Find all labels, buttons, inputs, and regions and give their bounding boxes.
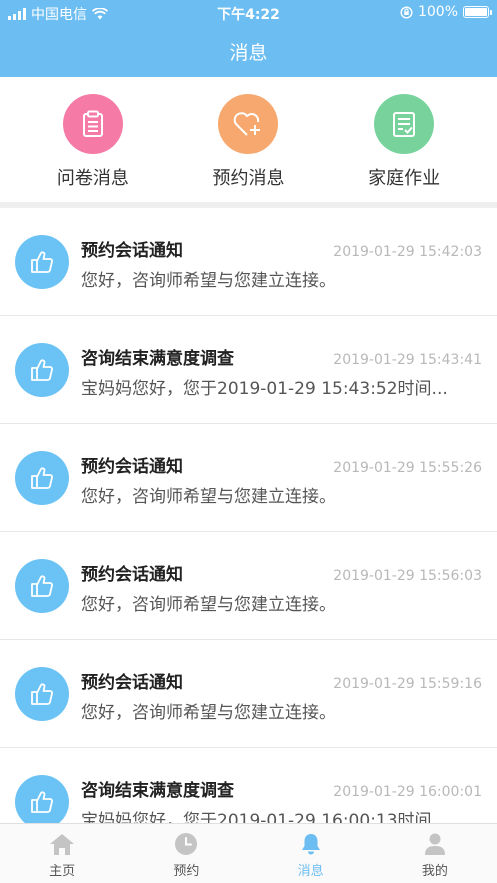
tab-profile[interactable]: 我的 — [373, 824, 497, 883]
message-item[interactable]: 预约会话通知 2019-01-29 15:56:03 您好，咨询师希望与您建立连… — [0, 532, 497, 640]
tab-label: 我的 — [421, 864, 448, 879]
category-questionnaire[interactable]: 问卷消息 — [28, 77, 158, 190]
message-title: 预约会话通知 — [81, 565, 183, 585]
thumbs-up-icon — [15, 343, 69, 397]
bell-icon — [301, 834, 320, 855]
category-label: 问卷消息 — [56, 168, 129, 189]
message-body: 您好，咨询师希望与您建立连接。 — [81, 595, 336, 615]
status-right: 100% — [400, 4, 492, 20]
category-appointment[interactable]: 预约消息 — [183, 77, 313, 190]
thumbs-up-icon — [15, 559, 69, 613]
message-item[interactable]: 预约会话通知 2019-01-29 15:59:16 您好，咨询师希望与您建立连… — [0, 640, 497, 748]
message-time: 2019-01-29 15:43:41 — [333, 352, 482, 368]
message-time: 2019-01-29 15:56:03 — [333, 568, 482, 584]
message-item[interactable]: 咨询结束满意度调查 2019-01-29 15:43:41 宝妈妈您好，您于20… — [0, 316, 497, 424]
battery-icon — [463, 6, 492, 18]
category-homework[interactable]: 家庭作业 — [339, 77, 469, 190]
message-body: 您好，咨询师希望与您建立连接。 — [81, 703, 336, 723]
header: 中国电信 下午4:22 100% 消息 — [0, 0, 497, 77]
message-body: 宝妈妈您好，您于2019-01-29 16:00:13时间... — [81, 811, 448, 823]
heart-plus-icon — [218, 94, 279, 154]
user-icon — [424, 833, 445, 855]
page-title: 消息 — [229, 42, 268, 64]
tab-label: 预约 — [173, 864, 200, 879]
message-list: 预约会话通知 2019-01-29 15:42:03 您好，咨询师希望与您建立连… — [0, 208, 497, 823]
tab-home[interactable]: 主页 — [0, 824, 124, 883]
message-body: 您好，咨询师希望与您建立连接。 — [81, 271, 336, 291]
home-icon — [50, 834, 75, 855]
message-time: 2019-01-29 15:59:16 — [333, 676, 482, 692]
category-label: 预约消息 — [212, 168, 285, 189]
message-time: 2019-01-29 16:00:01 — [333, 784, 482, 800]
message-title: 预约会话通知 — [81, 241, 183, 261]
message-item[interactable]: 咨询结束满意度调查 2019-01-29 16:00:01 宝妈妈您好，您于20… — [0, 748, 497, 823]
checklist-icon — [374, 94, 435, 154]
thumbs-up-icon — [15, 235, 69, 289]
message-item[interactable]: 预约会话通知 2019-01-29 15:42:03 您好，咨询师希望与您建立连… — [0, 208, 497, 316]
rotation-lock-icon — [400, 5, 413, 19]
clock-icon — [175, 833, 198, 855]
message-body: 宝妈妈您好，您于2019-01-29 15:43:52时间... — [81, 379, 448, 399]
thumbs-up-icon — [15, 775, 69, 823]
tab-bar: 主页 预约 消息 我的 — [0, 823, 497, 883]
thumbs-up-icon — [15, 667, 69, 721]
category-label: 家庭作业 — [368, 168, 441, 189]
tab-label: 主页 — [49, 864, 76, 879]
messages-screen: 中国电信 下午4:22 100% 消息 问卷消息 预约消息 家庭作业 预约会话通… — [0, 0, 497, 883]
message-title: 咨询结束满意度调查 — [81, 781, 234, 801]
message-title: 咨询结束满意度调查 — [81, 349, 234, 369]
message-body: 您好，咨询师希望与您建立连接。 — [81, 487, 336, 507]
clipboard-icon — [62, 94, 123, 154]
message-item[interactable]: 预约会话通知 2019-01-29 15:55:26 您好，咨询师希望与您建立连… — [0, 424, 497, 532]
tab-messages[interactable]: 消息 — [249, 824, 373, 883]
tab-appointment[interactable]: 预约 — [124, 824, 248, 883]
message-time: 2019-01-29 15:55:26 — [333, 460, 482, 476]
category-row: 问卷消息 预约消息 家庭作业 — [0, 77, 497, 202]
battery-percent: 100% — [417, 4, 458, 20]
message-title: 预约会话通知 — [81, 457, 183, 477]
status-bar: 中国电信 下午4:22 100% — [0, 0, 497, 26]
message-title: 预约会话通知 — [81, 673, 183, 693]
message-time: 2019-01-29 15:42:03 — [333, 244, 482, 260]
thumbs-up-icon — [15, 451, 69, 505]
tab-label: 消息 — [297, 864, 324, 879]
